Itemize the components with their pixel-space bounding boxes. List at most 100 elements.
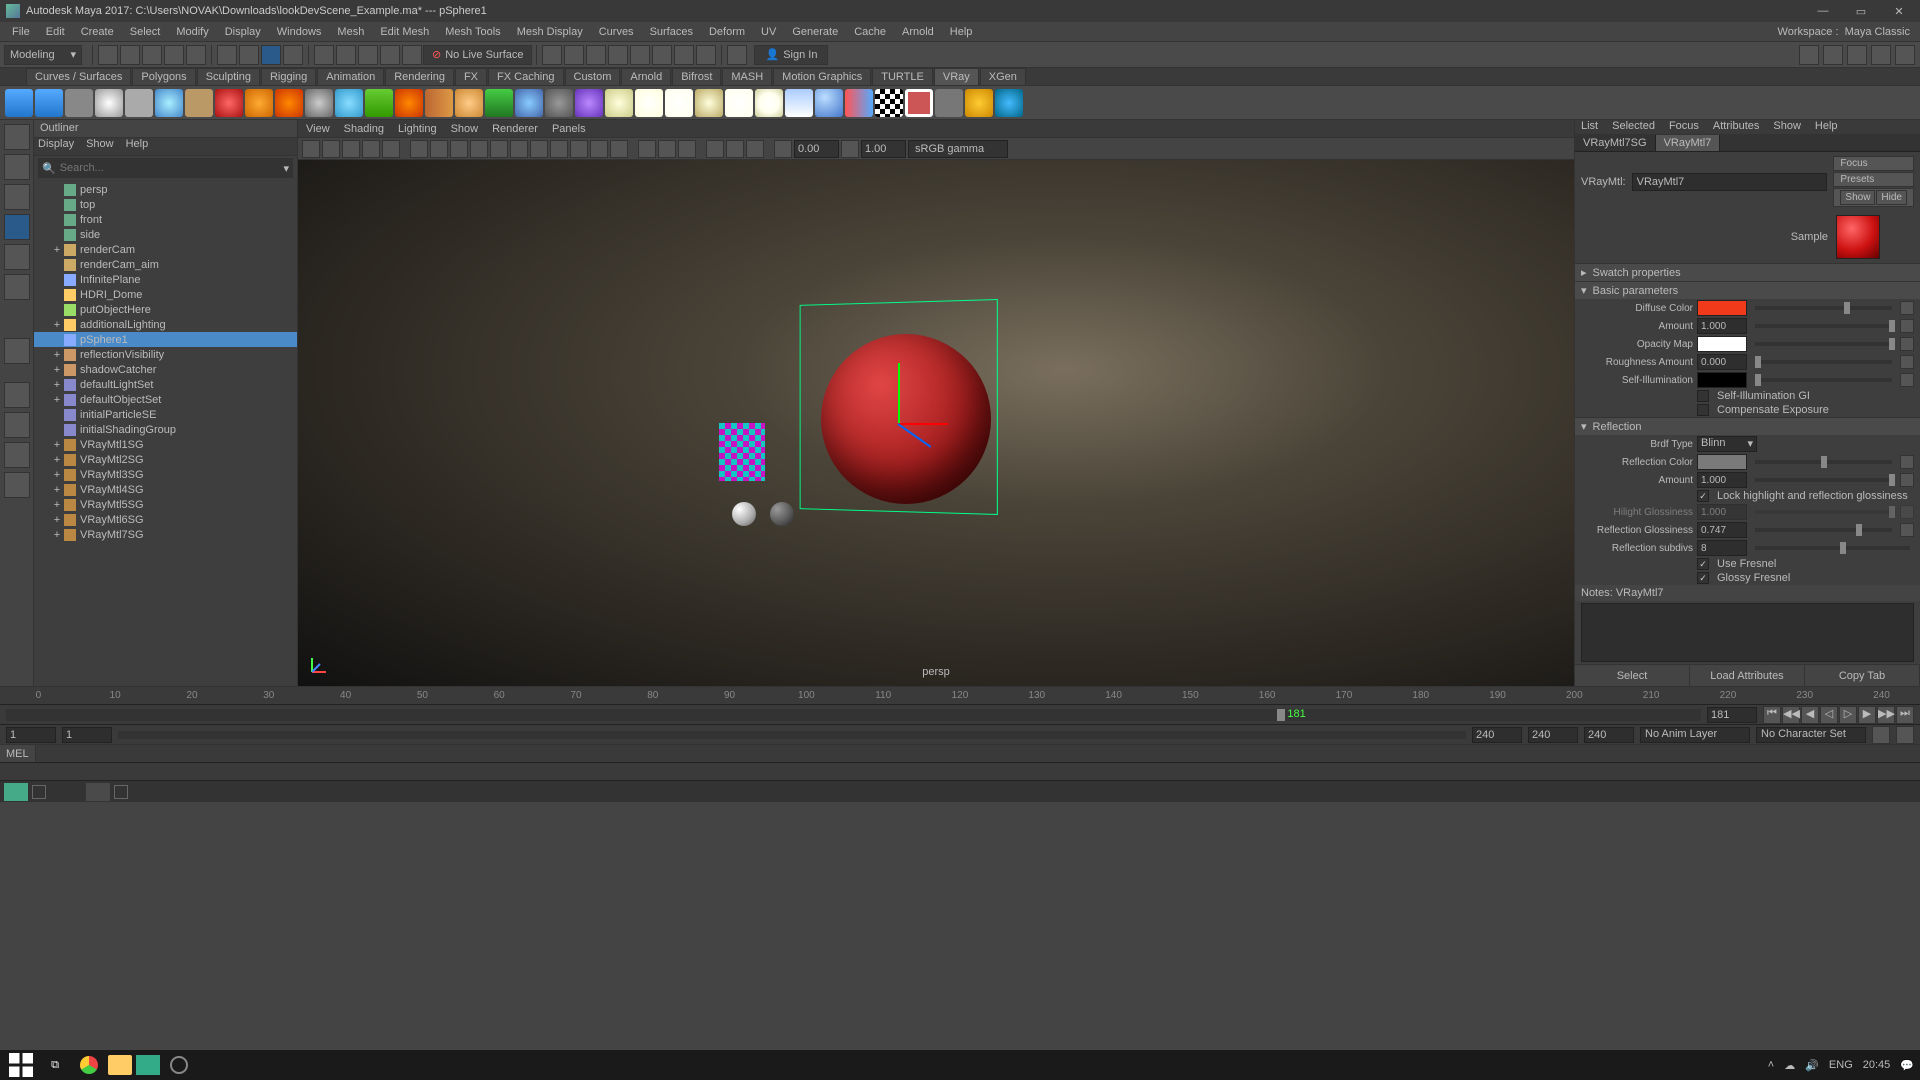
hide-button[interactable]: Hide bbox=[1876, 190, 1907, 205]
shelf-vray-icon[interactable] bbox=[455, 89, 483, 117]
chrome-icon[interactable] bbox=[74, 1052, 104, 1078]
vp-gate-icon[interactable] bbox=[706, 140, 724, 158]
vp-smooth-icon[interactable] bbox=[450, 140, 468, 158]
cg-icon[interactable] bbox=[542, 45, 562, 65]
paint-select-tool[interactable] bbox=[4, 184, 30, 210]
last-tool[interactable] bbox=[4, 338, 30, 364]
step-back-button[interactable]: ◀◀ bbox=[1782, 706, 1800, 724]
layout-two-side[interactable] bbox=[4, 442, 30, 468]
next-frame-button[interactable]: ▶ bbox=[1858, 706, 1876, 724]
mode-selector[interactable]: Modeling▾ bbox=[4, 45, 82, 65]
psphere1-object[interactable] bbox=[821, 334, 991, 504]
vp-grid-icon[interactable] bbox=[382, 140, 400, 158]
shelf-tab[interactable]: FX bbox=[455, 68, 487, 85]
layout-four[interactable] bbox=[4, 412, 30, 438]
shelf-tab[interactable]: MASH bbox=[722, 68, 772, 85]
outliner-node[interactable]: +VRayMtl7SG bbox=[34, 527, 297, 542]
range-bar[interactable]: 181 bbox=[6, 709, 1701, 721]
glossy-checkbox[interactable] bbox=[1697, 572, 1709, 584]
range-track[interactable] bbox=[118, 731, 1466, 739]
snap-point-icon[interactable] bbox=[283, 45, 303, 65]
menu-surfaces[interactable]: Surfaces bbox=[642, 26, 701, 38]
range-end-input[interactable] bbox=[1472, 727, 1522, 743]
shelf-vray-icon[interactable] bbox=[665, 89, 693, 117]
go-start-button[interactable]: ⏮ bbox=[1763, 706, 1781, 724]
select-tool-icon[interactable] bbox=[217, 45, 237, 65]
gamma-select[interactable]: sRGB gamma bbox=[908, 140, 1008, 158]
cg4-icon[interactable] bbox=[608, 45, 628, 65]
minimize-button[interactable]: — bbox=[1808, 5, 1838, 18]
gamma-input[interactable] bbox=[861, 140, 906, 158]
command-input[interactable] bbox=[36, 748, 1920, 760]
expand-icon[interactable]: + bbox=[52, 529, 62, 541]
layout-two-stack[interactable] bbox=[4, 472, 30, 498]
outliner-node[interactable]: +renderCam bbox=[34, 242, 297, 257]
expand-icon[interactable]: + bbox=[52, 484, 62, 496]
outliner-search[interactable]: 🔍 ▾ bbox=[38, 158, 293, 178]
lasso-tool[interactable] bbox=[4, 154, 30, 180]
play-icon[interactable] bbox=[674, 45, 694, 65]
focus-button[interactable]: Focus bbox=[1833, 156, 1914, 171]
chevron-down-icon[interactable]: ▾ bbox=[283, 162, 289, 175]
select-tool[interactable] bbox=[4, 124, 30, 150]
layout2-icon[interactable] bbox=[1823, 45, 1843, 65]
outliner-node[interactable]: front bbox=[34, 212, 297, 227]
menu-mesh-display[interactable]: Mesh Display bbox=[509, 26, 591, 38]
start-button[interactable] bbox=[6, 1052, 36, 1078]
shelf-vray-icon[interactable] bbox=[155, 89, 183, 117]
ae-menu-list[interactable]: List bbox=[1581, 120, 1598, 134]
ae-name-input[interactable] bbox=[1632, 173, 1828, 191]
shelf-vray-icon[interactable] bbox=[335, 89, 363, 117]
vp-x3-icon[interactable] bbox=[678, 140, 696, 158]
outliner-node[interactable]: +VRayMtl6SG bbox=[34, 512, 297, 527]
shelf-tab[interactable]: Polygons bbox=[132, 68, 195, 85]
menu-deform[interactable]: Deform bbox=[701, 26, 753, 38]
shelf-vray-icon[interactable] bbox=[95, 89, 123, 117]
map-button[interactable] bbox=[1900, 455, 1914, 469]
outliner-menu-display[interactable]: Display bbox=[38, 138, 74, 155]
key-icon[interactable] bbox=[1872, 726, 1890, 744]
scale-tool[interactable] bbox=[4, 274, 30, 300]
mel-label[interactable]: MEL bbox=[0, 745, 36, 762]
outliner-node[interactable]: initialParticleSE bbox=[34, 407, 297, 422]
menu-create[interactable]: Create bbox=[73, 26, 122, 38]
move-tool[interactable] bbox=[4, 214, 30, 240]
explorer-icon[interactable] bbox=[108, 1055, 132, 1075]
vp-menu-view[interactable]: View bbox=[306, 123, 330, 135]
vp-cam-icon[interactable] bbox=[302, 140, 320, 158]
expand-icon[interactable]: + bbox=[52, 379, 62, 391]
close-button[interactable]: ✕ bbox=[1884, 5, 1914, 18]
outliner-node[interactable]: InfinitePlane bbox=[34, 272, 297, 287]
refl-color-swatch[interactable] bbox=[1697, 454, 1747, 470]
doc-tab-2[interactable] bbox=[86, 783, 110, 801]
close-tab-icon[interactable] bbox=[32, 785, 46, 799]
shelf-tab[interactable]: Bifrost bbox=[672, 68, 721, 85]
shelf-vray-icon[interactable] bbox=[545, 89, 573, 117]
shelf-tab[interactable]: Motion Graphics bbox=[773, 68, 871, 85]
play-back-button[interactable]: ◁ bbox=[1820, 706, 1838, 724]
shelf-vray-icon[interactable] bbox=[485, 89, 513, 117]
vp-menu-shading[interactable]: Shading bbox=[344, 123, 384, 135]
rgl-input[interactable] bbox=[1697, 522, 1747, 538]
ae-menu-selected[interactable]: Selected bbox=[1612, 120, 1655, 134]
outliner-node[interactable]: +shadowCatcher bbox=[34, 362, 297, 377]
search-input[interactable] bbox=[60, 162, 284, 174]
redo-icon[interactable] bbox=[186, 45, 206, 65]
amount-input[interactable] bbox=[1697, 318, 1747, 334]
anim-layer-select[interactable]: No Anim Layer bbox=[1640, 727, 1750, 743]
tray-volume-icon[interactable]: 🔊 bbox=[1805, 1059, 1819, 1072]
shelf-vray-icon[interactable] bbox=[905, 89, 933, 117]
copy-tab-button[interactable]: Copy Tab bbox=[1805, 665, 1920, 686]
outliner-node[interactable]: side bbox=[34, 227, 297, 242]
map-button[interactable] bbox=[1900, 355, 1914, 369]
vp-motion-icon[interactable] bbox=[570, 140, 588, 158]
outliner-node[interactable]: +VRayMtl4SG bbox=[34, 482, 297, 497]
diffuse-color-swatch[interactable] bbox=[1697, 300, 1747, 316]
shelf-vray-icon[interactable] bbox=[275, 89, 303, 117]
expand-icon[interactable]: + bbox=[52, 469, 62, 481]
vp-img-icon[interactable] bbox=[342, 140, 360, 158]
shelf-tab[interactable]: Arnold bbox=[621, 68, 671, 85]
self-swatch[interactable] bbox=[1697, 372, 1747, 388]
vp-menu-panels[interactable]: Panels bbox=[552, 123, 586, 135]
menu-cache[interactable]: Cache bbox=[846, 26, 894, 38]
